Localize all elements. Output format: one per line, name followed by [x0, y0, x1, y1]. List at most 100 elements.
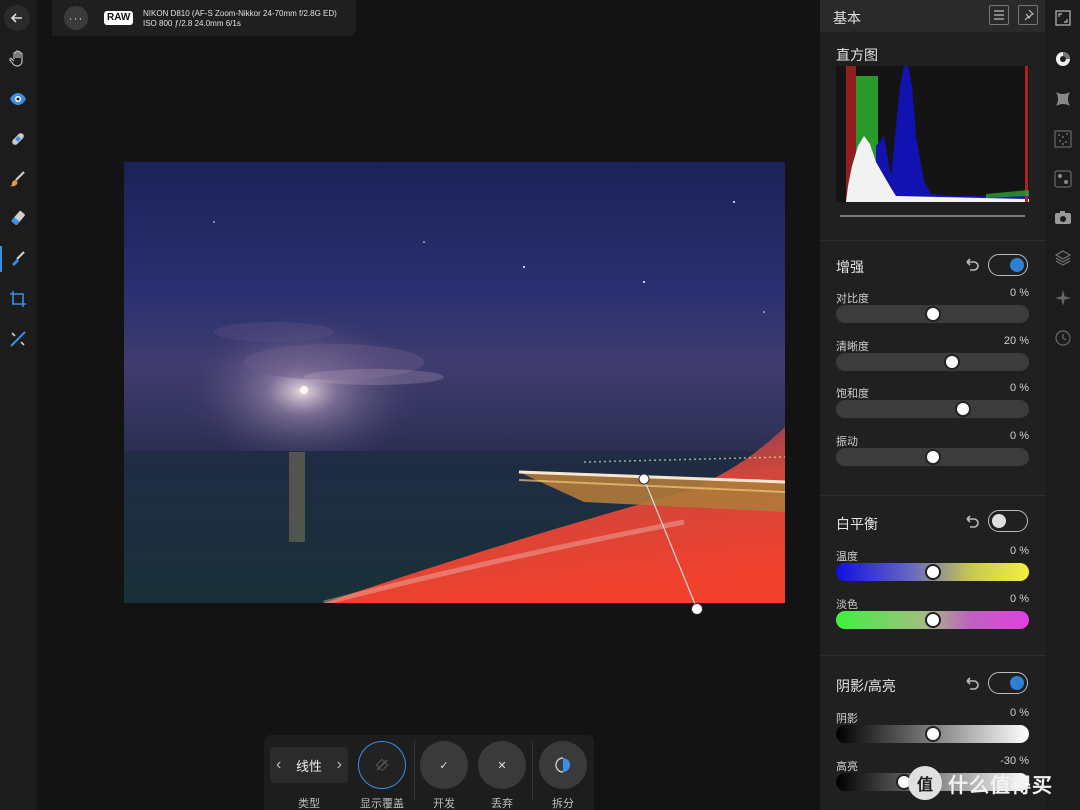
gradient-tool[interactable] — [0, 246, 31, 272]
layers-panel-button[interactable] — [1052, 247, 1073, 268]
histogram-title: 直方图 — [836, 47, 878, 63]
slider-label: 温度 — [836, 551, 858, 563]
panel-pin-button[interactable] — [1018, 5, 1038, 25]
crop-tool[interactable] — [5, 286, 31, 312]
histogram-graph — [846, 66, 1029, 202]
slider-knob[interactable] — [943, 353, 960, 370]
fullscreen-button[interactable] — [1052, 7, 1073, 28]
chevron-left-icon[interactable]: ‹ — [276, 756, 281, 774]
watermark-text: 什么值得买 — [948, 774, 1053, 797]
close-icon: ✕ — [497, 759, 507, 772]
slider-track[interactable] — [836, 352, 1029, 371]
tones-panel-button[interactable] — [1052, 168, 1073, 189]
night-seascape-image — [124, 162, 785, 603]
slider-knob[interactable] — [955, 401, 972, 417]
blemish-tool[interactable] — [5, 126, 31, 152]
slider-label: 阴影 — [836, 713, 858, 725]
slider-track[interactable] — [836, 610, 1029, 629]
straighten-tool[interactable] — [5, 326, 31, 352]
show-overlay-button[interactable] — [358, 741, 406, 789]
slider-knob[interactable] — [924, 726, 941, 742]
redeye-tool[interactable] — [5, 86, 31, 112]
discard-button[interactable]: ✕ — [478, 741, 526, 789]
divider — [820, 495, 1045, 496]
toggle-knob — [992, 514, 1006, 528]
bandage-icon — [12, 133, 24, 145]
history-clock-icon — [1054, 329, 1071, 346]
divider — [414, 741, 415, 801]
eraser-icon — [11, 210, 25, 226]
photo-info-bar: ··· RAW NIKON D810 (AF-S Zoom-Nikkor 24-… — [52, 0, 356, 36]
gradient-brush-icon — [12, 251, 25, 266]
history-panel-button[interactable] — [1052, 327, 1073, 348]
fullscreen-icon — [1054, 9, 1071, 26]
slider-knob[interactable] — [924, 306, 941, 322]
slider-value: 0 % — [1010, 429, 1029, 442]
slider-label: 淡色 — [836, 598, 858, 611]
lens-panel-button[interactable] — [1052, 88, 1073, 109]
slider-label: 饱和度 — [836, 388, 869, 400]
shadows-highlights-reset-icon[interactable] — [962, 674, 980, 692]
brush-icon — [10, 171, 25, 187]
compass-icon — [1054, 289, 1071, 306]
enhance-reset-icon[interactable] — [962, 255, 980, 273]
type-label: 类型 — [298, 798, 320, 810]
histogram — [836, 66, 1029, 202]
enhance-toggle[interactable] — [988, 254, 1028, 276]
hand-tool[interactable] — [5, 46, 31, 72]
develop-label: 开发 — [433, 798, 455, 810]
navigator-panel-button[interactable] — [1052, 287, 1073, 308]
camera-icon — [1054, 210, 1071, 224]
type-selector[interactable]: ‹ 线性 › — [270, 747, 348, 783]
photo-canvas[interactable] — [124, 162, 785, 603]
enhance-title: 增强 — [836, 259, 864, 275]
slider-label: 对比度 — [836, 293, 869, 305]
slider-knob[interactable] — [924, 448, 941, 465]
basic-panel-button[interactable] — [1052, 48, 1073, 69]
toggle-knob — [1010, 676, 1024, 690]
panel-menu-button[interactable] — [989, 5, 1009, 25]
split-view-button[interactable] — [539, 741, 587, 789]
slider-value: 0 % — [1010, 545, 1029, 557]
pin-icon — [1024, 9, 1034, 21]
arrow-left-icon — [10, 13, 22, 23]
slider-value: 0 % — [1010, 287, 1029, 299]
histogram-range-bar — [840, 215, 1025, 217]
left-toolbar — [0, 0, 37, 810]
gradient-end-handle[interactable] — [691, 603, 703, 615]
color-wheel-icon — [1055, 51, 1070, 66]
basic-adjustments-panel: 基本 直方图 增强 对比度0 %清晰度20 %饱和度0 %振动0 — [820, 0, 1045, 810]
slider-label: 振动 — [836, 435, 858, 448]
shadows-highlights-toggle[interactable] — [988, 672, 1028, 694]
slider-value: 0 % — [1010, 707, 1029, 719]
white-balance-reset-icon[interactable] — [962, 512, 980, 530]
checkmark-icon: ✓ — [439, 759, 449, 772]
slider-knob[interactable] — [924, 564, 941, 580]
slider-knob[interactable] — [924, 611, 941, 628]
toggle-knob — [1010, 258, 1024, 272]
slider-track[interactable] — [836, 447, 1029, 466]
app-window: ··· RAW NIKON D810 (AF-S Zoom-Nikkor 24-… — [0, 0, 1080, 810]
white-balance-title: 白平衡 — [836, 516, 878, 532]
menu-lines-icon — [994, 10, 1004, 20]
back-button[interactable] — [4, 5, 30, 31]
slider-track[interactable] — [836, 400, 1029, 418]
split-view-icon — [555, 757, 570, 773]
camera-panel-button[interactable] — [1052, 207, 1073, 228]
tones-icon — [1054, 170, 1071, 187]
watermark-logo-text: 值 — [916, 777, 933, 794]
slider-track[interactable] — [836, 563, 1029, 581]
more-options-button[interactable]: ··· — [64, 6, 88, 30]
develop-button[interactable]: ✓ — [420, 741, 468, 789]
eraser-tool[interactable] — [5, 206, 31, 232]
brush-tool[interactable] — [5, 166, 31, 192]
panel-header: 基本 — [820, 0, 1045, 32]
details-panel-button[interactable] — [1052, 128, 1073, 149]
chevron-right-icon[interactable]: › — [337, 756, 342, 774]
slider-value: 0 % — [1010, 592, 1029, 605]
slider-track[interactable] — [836, 305, 1029, 323]
white-balance-toggle[interactable] — [988, 510, 1028, 532]
slider-value: 0 % — [1010, 382, 1029, 394]
eye-icon — [10, 93, 26, 105]
slider-track[interactable] — [836, 725, 1029, 743]
